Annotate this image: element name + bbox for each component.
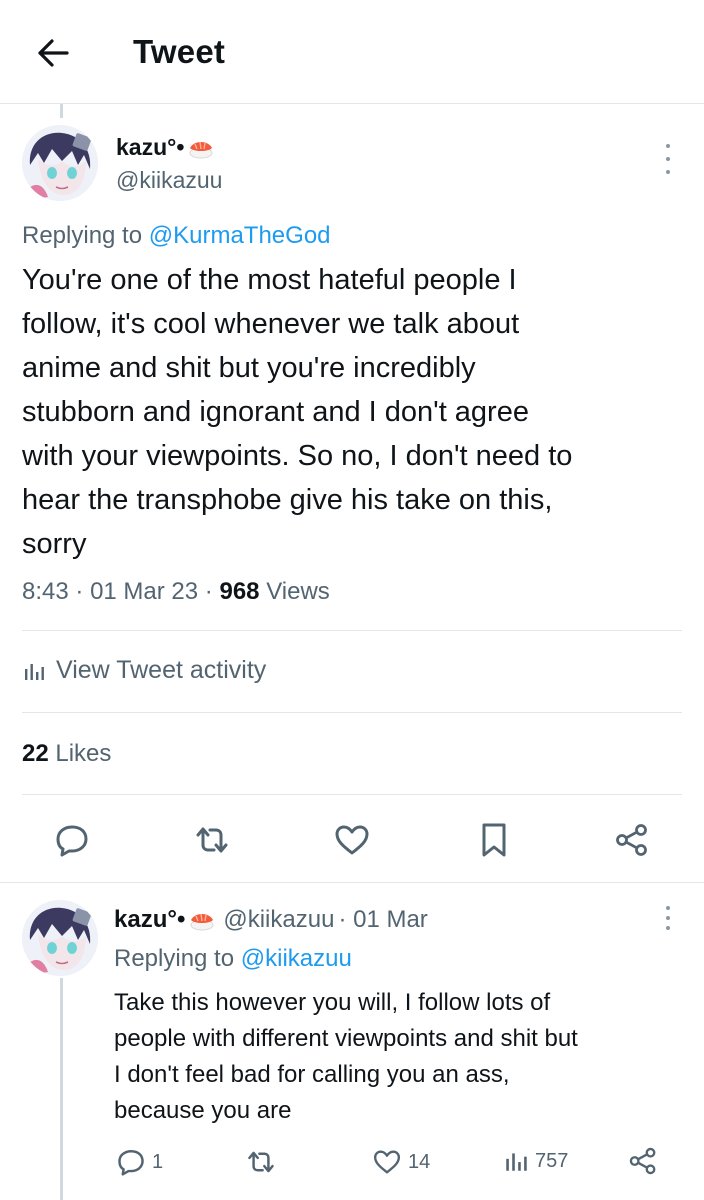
author-name-row[interactable]: kazu°• [116, 134, 214, 161]
tweet-time[interactable]: 8:43 [22, 578, 69, 605]
likes-count: 22 [22, 740, 49, 767]
share-icon [629, 1147, 656, 1175]
sushi-emoji-icon [189, 141, 213, 158]
reply-text-line: people with different viewpoints and shi… [114, 1025, 578, 1052]
tweet-text-line: with your viewpoints. So no, I don't nee… [22, 440, 573, 472]
top-bar: Tweet [0, 0, 704, 104]
more-dot-icon [666, 170, 670, 174]
more-dot-icon [666, 906, 670, 910]
sushi-emoji-icon [190, 913, 214, 931]
reply-handle: @kiikazuu [223, 906, 335, 933]
view-tweet-activity-button[interactable]: View Tweet activity [22, 656, 266, 685]
meta-separator: · [204, 578, 213, 605]
section-divider [0, 882, 704, 883]
like-button[interactable] [330, 820, 374, 860]
heart-icon [373, 1150, 401, 1174]
tweet-text-line: You're one of the most hateful people I [22, 264, 517, 296]
tweet-text-line: hear the transphobe give his take on thi… [22, 484, 553, 516]
back-button[interactable] [30, 30, 76, 76]
analytics-icon [25, 663, 44, 680]
divider [22, 794, 682, 795]
views-count: 757 [535, 1149, 569, 1172]
replying-to-link[interactable]: @KurmaTheGod [149, 222, 331, 249]
more-dot-icon [666, 144, 670, 148]
tweet-text-line: follow, it's cool whenever we talk about [22, 308, 520, 340]
reply-icon [118, 1150, 144, 1176]
reply-button[interactable] [50, 820, 94, 860]
arrow-left-icon [38, 39, 69, 67]
reply-text-line: I don't feel bad for calling you an ass, [114, 1061, 510, 1088]
more-dot-icon [666, 157, 670, 161]
reply-icon [56, 825, 88, 857]
reply-replying-to: Replying to @kiikazuu [114, 945, 352, 973]
replying-prefix: Replying to [114, 945, 235, 972]
retweet-icon [248, 1151, 274, 1173]
likes-label: Likes [55, 740, 112, 767]
reply-text: Take this however you will, I follow lot… [114, 985, 689, 1129]
author-handle[interactable]: @kiikazuu [116, 167, 222, 194]
meta-separator: · [75, 578, 84, 605]
tweet-metadata: 8:43 · 01 Mar 23 · 968 Views [22, 578, 330, 606]
reply-display-name: kazu°• [114, 906, 186, 933]
divider [22, 712, 682, 713]
like-count: 14 [408, 1150, 431, 1173]
more-options-button[interactable] [658, 144, 678, 174]
tweet-text: You're one of the most hateful people I … [22, 258, 687, 566]
bookmark-icon [482, 823, 506, 857]
bookmark-button[interactable] [472, 820, 516, 860]
retweet-button[interactable] [190, 820, 234, 860]
analytics-icon [506, 1153, 527, 1171]
tweet-text-line: stubborn and ignorant and I don't agree [22, 396, 529, 428]
more-dot-icon [666, 916, 670, 920]
reply-text-line: Take this however you will, I follow lot… [114, 989, 551, 1016]
divider [22, 630, 682, 631]
tweet-date[interactable]: 01 Mar 23 [90, 578, 198, 605]
reply-author-row[interactable]: kazu°• @kiikazuu · 01 Mar [114, 906, 428, 934]
page-title: Tweet [133, 33, 226, 70]
replying-to-link[interactable]: @kiikazuu [241, 945, 352, 972]
share-icon [616, 824, 647, 856]
thread-connector-top [60, 104, 63, 118]
heart-icon [335, 825, 369, 855]
reply-text-line: because you are [114, 1097, 292, 1124]
avatar[interactable] [22, 125, 98, 201]
reply-retweet-button[interactable] [244, 1148, 284, 1176]
view-activity-label: View Tweet activity [56, 656, 267, 684]
replying-prefix: Replying to [22, 222, 143, 249]
retweet-icon [196, 827, 228, 853]
reply-reply-button[interactable]: 1 [116, 1148, 163, 1176]
reply-like-button[interactable]: 14 [372, 1148, 430, 1176]
reply-count: 1 [152, 1150, 164, 1173]
more-dot-icon [666, 926, 670, 930]
tweet-text-line: sorry [22, 528, 87, 560]
share-button[interactable] [610, 820, 654, 860]
tweet-text-line: anime and shit but you're incredibly [22, 352, 476, 384]
views-label: Views [266, 578, 330, 605]
replying-to: Replying to @KurmaTheGod [22, 222, 331, 250]
likes-summary[interactable]: 22 Likes [22, 740, 111, 768]
thread-connector [60, 978, 63, 1200]
display-name: kazu°• [116, 134, 185, 160]
reply-avatar[interactable] [22, 900, 98, 976]
views-count: 968 [219, 578, 260, 605]
reply-more-options-button[interactable] [658, 906, 678, 930]
reply-date[interactable]: · 01 Mar [338, 906, 427, 934]
reply-share-button[interactable] [628, 1146, 658, 1176]
reply-views-button[interactable]: 757 [503, 1148, 568, 1174]
header-divider [0, 103, 704, 104]
